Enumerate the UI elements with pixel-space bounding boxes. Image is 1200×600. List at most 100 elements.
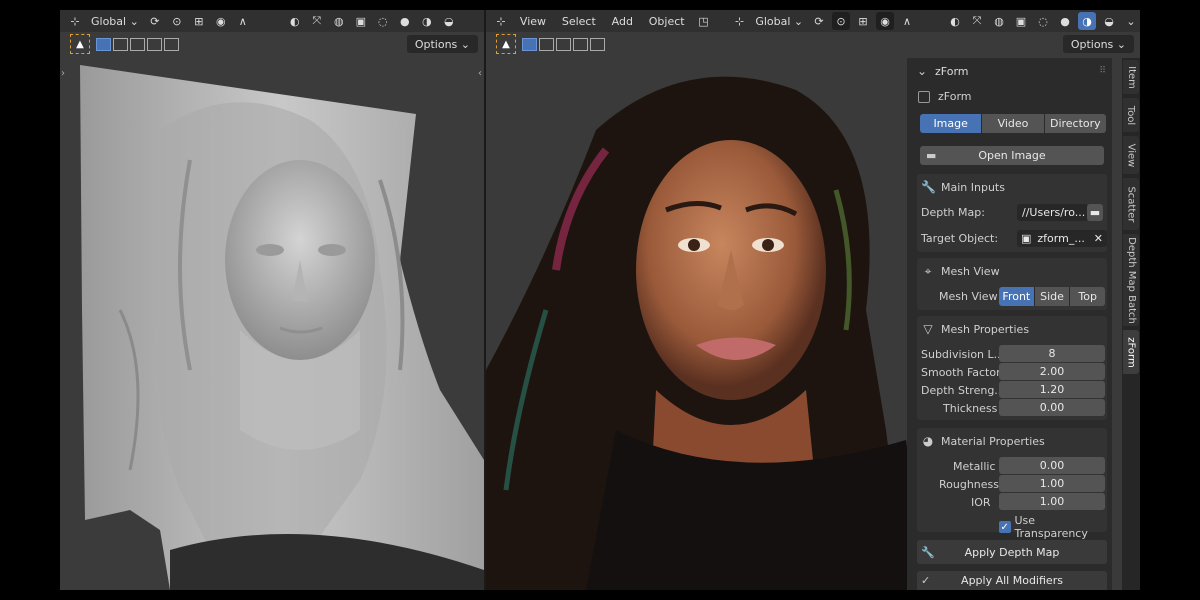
orientation-icon[interactable]: ⊹ [730,12,748,30]
drag-handle-icon[interactable]: ⠿ [1099,66,1106,76]
depth-strength-field[interactable]: 1.20 [999,381,1105,398]
ior-field[interactable]: 1.00 [999,493,1105,510]
browse-folder-icon[interactable]: ▬ [1087,204,1103,221]
editor-type-icon[interactable]: ⊹ [492,12,510,30]
wireframe-shading-icon[interactable]: ◌ [1034,12,1052,30]
use-transparency-row[interactable]: ✓ Use Transparency [999,514,1107,540]
clear-target-icon[interactable]: ✕ [1094,232,1103,245]
smooth-factor-label: Smooth Factor [921,366,1001,379]
tab-zform[interactable]: zForm [1123,330,1139,374]
smooth-factor-field[interactable]: 2.00 [999,363,1105,380]
shading-dropdown-icon[interactable]: ⌄ [1122,12,1140,30]
open-image-button[interactable]: ▬ Open Image [920,146,1104,165]
apply-all-modifiers-button[interactable]: ✓ Apply All Modifiers [917,571,1107,590]
falloff-icon[interactable]: ∧ [898,12,916,30]
right-options-dropdown[interactable]: Options ⌄ [1062,35,1134,53]
mesh-view-header[interactable]: ⌖ Mesh View [921,264,1000,279]
subdivision-field[interactable]: 8 [999,345,1105,362]
mode-extend-icon[interactable] [113,37,128,51]
left-viewport[interactable]: ⊹ Global ⌄ ⟳ ⊙ ⊞ ◉ ∧ ◐ ⤧ ◍ ▣ ◌ ● ◑ ◒ ▲ O… [60,10,484,590]
xray-icon[interactable]: ▣ [1012,12,1030,30]
main-inputs-header[interactable]: 🔧 Main Inputs [921,180,1005,194]
transform-orientation-dropdown[interactable]: Global ⌄ [752,12,806,30]
pivot-icon[interactable]: ⟳ [810,12,828,30]
enable-zform-checkbox[interactable] [918,90,930,103]
thickness-label: Thickness [943,402,998,415]
metallic-field[interactable]: 0.00 [999,457,1105,474]
xray-icon[interactable]: ▣ [352,12,370,30]
mesh-view-top[interactable]: Top [1070,287,1105,306]
material-properties-header[interactable]: ◕ Material Properties [921,434,1045,448]
object-mode-icon[interactable]: ◳ [694,12,712,30]
menu-object[interactable]: Object [643,12,691,30]
snap-target-icon[interactable]: ⊞ [190,12,208,30]
proportional-edit-icon[interactable]: ◉ [212,12,230,30]
enable-zform-row[interactable]: zForm [918,90,971,103]
material-sphere-icon: ◕ [922,434,934,448]
roughness-field[interactable]: 1.00 [999,475,1105,492]
menu-select[interactable]: Select [556,12,602,30]
tab-view[interactable]: View [1123,136,1139,174]
mesh-view-options: Front Side Top [999,287,1105,306]
falloff-icon[interactable]: ∧ [234,12,252,30]
tab-scatter[interactable]: Scatter [1123,178,1139,230]
proportional-edit-icon[interactable]: ◉ [876,12,894,30]
tab-image[interactable]: Image [920,114,983,133]
mesh-properties-header[interactable]: ▽ Mesh Properties [921,322,1029,336]
overlay-icon[interactable]: ◍ [990,12,1008,30]
selection-modes [96,37,179,51]
mesh-view-side[interactable]: Side [1034,287,1071,306]
solid-shading-icon[interactable]: ● [1056,12,1074,30]
pivot-icon[interactable]: ⟳ [146,12,164,30]
select-tool-icon[interactable]: ▲ [496,34,516,54]
mode-subtract-icon[interactable] [556,37,571,51]
use-transparency-checkbox[interactable]: ✓ [999,521,1011,533]
transform-orientation-dropdown[interactable]: Global ⌄ [88,12,142,30]
thickness-field[interactable]: 0.00 [999,399,1105,416]
mode-new-icon[interactable] [96,37,111,51]
snap-icon[interactable]: ⊙ [832,12,850,30]
target-object-field[interactable]: ▣ zform_... ✕ [1017,230,1107,247]
collapse-chevron-icon[interactable]: ⌄ [915,64,929,78]
mode-invert-icon[interactable] [147,37,162,51]
tab-tool[interactable]: Tool [1123,98,1139,132]
solid-shading-icon[interactable]: ● [396,12,414,30]
overlay-icon[interactable]: ◍ [330,12,348,30]
render-shading-icon[interactable]: ◒ [1100,12,1118,30]
material-shading-icon[interactable]: ◑ [1078,12,1096,30]
apply-depth-map-button[interactable]: 🔧 Apply Depth Map [917,540,1107,564]
right-edge-arrow-icon[interactable]: ‹ [478,68,482,79]
wireframe-shading-icon[interactable]: ◌ [374,12,392,30]
depth-map-path-input[interactable]: //Users/ro... [1017,204,1088,221]
material-shading-icon[interactable]: ◑ [418,12,436,30]
mode-invert-icon[interactable] [573,37,588,51]
mode-new-icon[interactable] [522,37,537,51]
select-tool-icon[interactable]: ▲ [70,34,90,54]
sidebar-tabs: Item Tool View Scatter Depth Map Batch z… [1122,58,1140,590]
panel-header[interactable]: ⌄ zForm [915,64,969,78]
render-shading-icon[interactable]: ◒ [440,12,458,30]
menu-view[interactable]: View [514,12,552,30]
mode-extend-icon[interactable] [539,37,554,51]
menu-add[interactable]: Add [606,12,639,30]
tab-item[interactable]: Item [1123,60,1139,94]
left-edge-arrow-icon[interactable]: › [61,68,65,79]
tab-video[interactable]: Video [982,114,1045,133]
mesh-view-front[interactable]: Front [999,287,1035,306]
gizmo-icon[interactable]: ⤧ [968,12,986,30]
snap-icon[interactable]: ⊙ [168,12,186,30]
apply-all-modifiers-label: Apply All Modifiers [961,574,1063,587]
orientation-icon[interactable]: ⊹ [66,12,84,30]
mode-intersect-icon[interactable] [164,37,179,51]
visibility-icon[interactable]: ◐ [946,12,964,30]
tab-directory[interactable]: Directory [1044,114,1106,133]
gizmo-icon[interactable]: ⤧ [308,12,326,30]
mode-subtract-icon[interactable] [130,37,145,51]
left-options-dropdown[interactable]: Options ⌄ [406,35,478,53]
tab-depth-map-batch[interactable]: Depth Map Batch [1123,234,1139,326]
material-properties-title: Material Properties [941,434,1045,448]
apply-depth-map-label: Apply Depth Map [964,545,1060,559]
snap-target-icon[interactable]: ⊞ [854,12,872,30]
visibility-icon[interactable]: ◐ [286,12,304,30]
mode-intersect-icon[interactable] [590,37,605,51]
